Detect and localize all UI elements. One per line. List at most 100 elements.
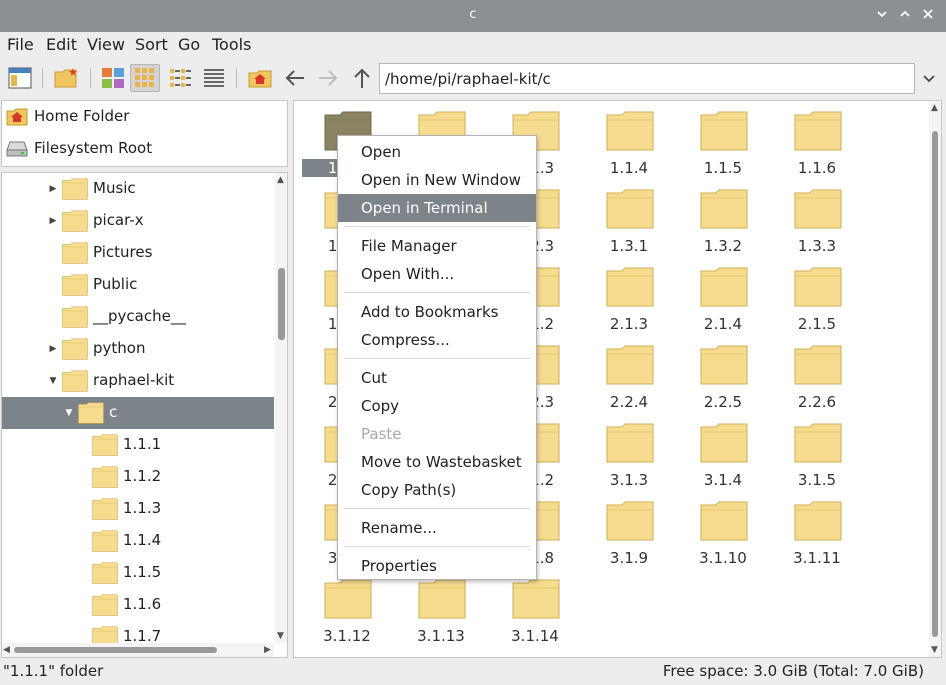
- file-item[interactable]: 3.1.5: [772, 413, 862, 491]
- tree-item[interactable]: 1.1.1: [2, 429, 274, 461]
- file-item[interactable]: 2.1.3: [584, 257, 674, 335]
- file-item-label: 3.1.14: [511, 627, 559, 645]
- menu-edit[interactable]: Edit: [46, 35, 77, 54]
- file-item[interactable]: 3.1.9: [584, 491, 674, 569]
- back-button[interactable]: [280, 64, 310, 92]
- context-menu-item[interactable]: Open in Terminal: [338, 194, 536, 222]
- expander-collapsed-icon[interactable]: ▶: [48, 184, 58, 194]
- tree-item[interactable]: ▶ picar-x: [2, 205, 274, 237]
- tree-horizontal-scrollbar[interactable]: ◀ ▶: [2, 643, 274, 657]
- tree-item[interactable]: 1.1.2: [2, 461, 274, 493]
- file-item[interactable]: 3.1.10: [678, 491, 768, 569]
- path-bar[interactable]: [379, 63, 915, 94]
- directory-tree: ▶ Music ▶ picar-x Pictures Public __pycache__ ▶…: [1, 172, 288, 658]
- place-filesystem-root[interactable]: Filesystem Root: [6, 135, 152, 161]
- title-bar[interactable]: c: [0, 0, 946, 32]
- file-item-label: 1.3.1: [609, 237, 649, 255]
- menu-file[interactable]: File: [7, 35, 34, 54]
- forward-button[interactable]: [313, 64, 343, 92]
- tree-item[interactable]: 1.1.4: [2, 525, 274, 557]
- tree-item[interactable]: ▶ Music: [2, 173, 274, 205]
- context-menu-item[interactable]: Cut: [338, 364, 536, 392]
- expander-collapsed-icon[interactable]: ▶: [48, 344, 58, 354]
- expander-collapsed-icon[interactable]: ▶: [48, 216, 58, 226]
- main-vertical-scrollbar[interactable]: ▲ ▼: [929, 101, 941, 657]
- new-folder-button[interactable]: [52, 64, 82, 92]
- icon-view-button[interactable]: [130, 64, 160, 92]
- tree-item[interactable]: 1.1.3: [2, 493, 274, 525]
- icon-view-icon: [135, 68, 154, 87]
- maximize-icon[interactable]: [897, 8, 913, 24]
- context-menu-item[interactable]: Open: [338, 138, 536, 166]
- context-menu-item[interactable]: Add to Bookmarks: [338, 298, 536, 326]
- place-label: Home Folder: [34, 107, 130, 125]
- list-view-icon: [204, 69, 224, 87]
- menu-go[interactable]: Go: [178, 35, 200, 54]
- tree-item[interactable]: ▼ c: [2, 397, 274, 429]
- file-item[interactable]: 3.1.11: [772, 491, 862, 569]
- home-icon: [6, 108, 28, 126]
- thumbnail-view-button[interactable]: [98, 64, 128, 92]
- menu-view[interactable]: View: [87, 35, 125, 54]
- tree-item[interactable]: 1.1.6: [2, 589, 274, 621]
- folder-icon: [92, 562, 118, 584]
- file-item[interactable]: 3.1.4: [678, 413, 768, 491]
- context-menu-item[interactable]: Copy Path(s): [338, 476, 536, 504]
- file-item[interactable]: 2.2.5: [678, 335, 768, 413]
- file-item[interactable]: 3.1.13: [396, 569, 486, 647]
- tree-item[interactable]: Public: [2, 269, 274, 301]
- file-item[interactable]: 3.1.14: [490, 569, 580, 647]
- home-button[interactable]: [245, 64, 275, 92]
- file-item[interactable]: 1.3.2: [678, 179, 768, 257]
- context-menu-item[interactable]: Open in New Window: [338, 166, 536, 194]
- context-menu-item[interactable]: Copy: [338, 392, 536, 420]
- file-item[interactable]: 1.3.3: [772, 179, 862, 257]
- minimize-icon[interactable]: [874, 8, 890, 24]
- menu-sort[interactable]: Sort: [135, 35, 168, 54]
- folder-icon: [62, 210, 88, 232]
- close-icon[interactable]: [920, 8, 936, 24]
- folder-icon: [794, 267, 842, 307]
- context-menu-item[interactable]: Compress...: [338, 326, 536, 354]
- file-item[interactable]: 1.1.4: [584, 101, 674, 179]
- up-button[interactable]: [347, 64, 377, 92]
- expander-expanded-icon[interactable]: ▼: [48, 376, 58, 386]
- tree-vertical-scroll-thumb[interactable]: [278, 268, 285, 340]
- context-menu-item[interactable]: Rename...: [338, 514, 536, 542]
- place-home-folder[interactable]: Home Folder: [6, 103, 129, 129]
- context-menu-item[interactable]: File Manager: [338, 232, 536, 260]
- file-item[interactable]: 2.2.6: [772, 335, 862, 413]
- context-menu-item: Paste: [361, 425, 402, 443]
- file-item[interactable]: 1.1.6: [772, 101, 862, 179]
- window-title: c: [469, 7, 477, 22]
- tree-item-label: Music: [93, 179, 136, 197]
- folder-icon: [606, 501, 654, 541]
- tree-horizontal-scroll-thumb[interactable]: [14, 647, 217, 653]
- main-vertical-scroll-thumb[interactable]: [932, 131, 938, 637]
- file-item[interactable]: 3.1.3: [584, 413, 674, 491]
- path-history-button[interactable]: [916, 63, 942, 94]
- menu-tools[interactable]: Tools: [212, 35, 251, 54]
- tree-vertical-scrollbar[interactable]: ▲ ▼: [275, 173, 287, 643]
- file-item[interactable]: 3.1.12: [302, 569, 392, 647]
- tree-item[interactable]: ▼ raphael-kit: [2, 365, 274, 397]
- tree-item[interactable]: 1.1.5: [2, 557, 274, 589]
- path-input[interactable]: [380, 64, 914, 93]
- new-window-button[interactable]: [5, 64, 35, 92]
- tree-item[interactable]: ▶ python: [2, 333, 274, 365]
- expander-expanded-icon[interactable]: ▼: [64, 408, 74, 418]
- file-item[interactable]: 2.1.4: [678, 257, 768, 335]
- context-menu-item[interactable]: Properties: [338, 552, 536, 580]
- folder-icon: [700, 501, 748, 541]
- public-folder-icon: [62, 274, 88, 296]
- file-item[interactable]: 1.3.1: [584, 179, 674, 257]
- detailed-list-view-button[interactable]: [199, 64, 229, 92]
- file-item[interactable]: 2.1.5: [772, 257, 862, 335]
- context-menu-item[interactable]: Move to Wastebasket: [338, 448, 536, 476]
- tree-item[interactable]: Pictures: [2, 237, 274, 269]
- tree-item[interactable]: __pycache__: [2, 301, 274, 333]
- compact-view-button[interactable]: [165, 64, 195, 92]
- file-item[interactable]: 2.2.4: [584, 335, 674, 413]
- context-menu-item[interactable]: Open With...: [338, 260, 536, 288]
- file-item[interactable]: 1.1.5: [678, 101, 768, 179]
